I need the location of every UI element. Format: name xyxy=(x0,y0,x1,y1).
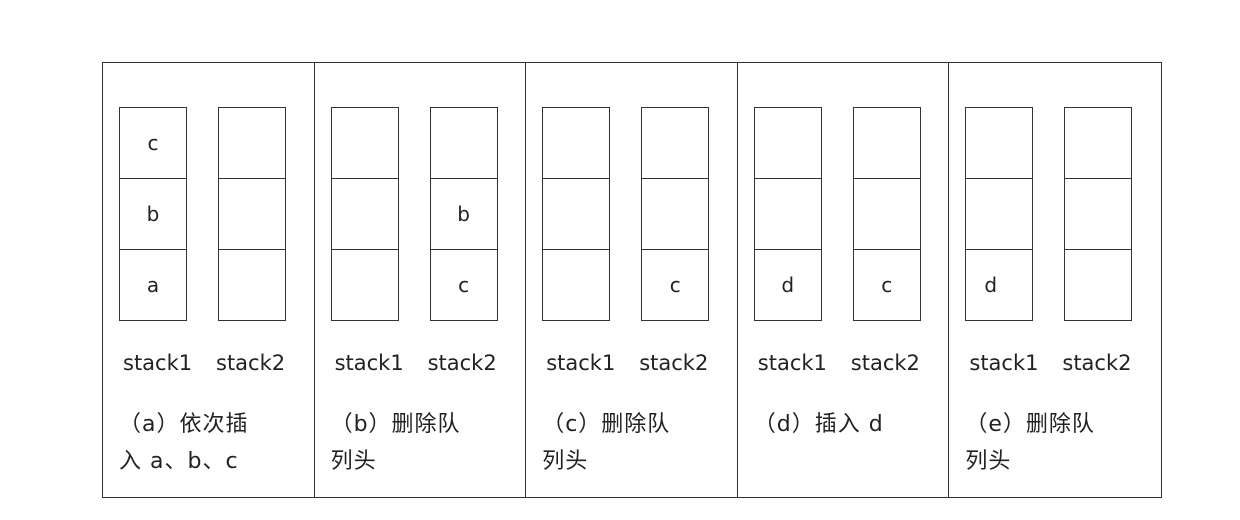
stack-cell xyxy=(219,178,285,249)
stack2-label: stack2 xyxy=(427,351,497,375)
diagram: c b a stack1 stack2 （a）依次插入 a、b、c stack1 b c stac… xyxy=(102,62,1162,498)
stack-cell xyxy=(219,249,285,320)
stack-cell: a xyxy=(120,249,186,320)
caption-line-2: 列头 xyxy=(965,449,1012,474)
stack-cell: c xyxy=(853,249,920,320)
stack1-label: stack1 xyxy=(334,351,404,375)
stack2-label: stack2 xyxy=(1062,351,1132,375)
panel-e: d stack1 stack2 （e）删除队 列头 xyxy=(949,63,1161,497)
stack-cell: b xyxy=(430,178,497,249)
stack-cell: b xyxy=(120,178,186,249)
caption-line-1: （d）插入 d xyxy=(753,412,884,437)
stack2-box: bc xyxy=(429,107,498,321)
panel-c: stack1 c stack2 （c）删除队 列头 xyxy=(526,63,738,497)
stack-cell xyxy=(331,178,398,249)
stack2-box: c xyxy=(641,107,710,321)
stack1-label: stack1 xyxy=(123,351,193,375)
stack1-box xyxy=(330,107,399,321)
stack-cell xyxy=(1065,249,1132,320)
stack-cell xyxy=(543,178,610,249)
stack-cell xyxy=(331,249,398,320)
stack1-box: d xyxy=(753,107,822,321)
stack2-label: stack2 xyxy=(216,351,286,375)
panel-caption: （d）插入 d xyxy=(754,406,944,443)
caption-line-1: （b）删除队 xyxy=(330,412,461,437)
stack-cell xyxy=(543,108,609,178)
panel-caption: （e）删除队 列头 xyxy=(965,406,1155,480)
stack1-label: stack1 xyxy=(969,351,1039,375)
stack2-box: c xyxy=(852,107,921,321)
stack1-label: stack1 xyxy=(546,351,616,375)
stack1-label: stack1 xyxy=(757,351,827,375)
panel-caption: （c）删除队 列头 xyxy=(542,406,732,480)
stack2-box xyxy=(1064,107,1133,321)
caption-line-1: （a）依次插 xyxy=(119,412,249,437)
stack-cell xyxy=(1065,108,1131,178)
caption-line-2: 列头 xyxy=(542,449,589,474)
stack1-box: d xyxy=(965,107,1034,321)
stack-cell xyxy=(966,178,1033,249)
caption-line-1: （e）删除队 xyxy=(965,412,1095,437)
stack-cell xyxy=(853,178,920,249)
stack-cell xyxy=(332,108,398,178)
stack-cell xyxy=(431,108,497,178)
stack-cell: c xyxy=(430,249,497,320)
stack-cell xyxy=(755,108,821,178)
stack-cell xyxy=(966,108,1032,178)
caption-line-2: 入 a、b、c xyxy=(119,449,239,474)
stack1-box xyxy=(542,107,611,321)
caption-line-1: （c）删除队 xyxy=(542,412,671,437)
panel-caption: （b）删除队 列头 xyxy=(331,406,521,480)
panel-b: stack1 b c stack2 （b）删除队 列头 xyxy=(315,63,527,497)
stack1-box: cba xyxy=(119,107,187,321)
stack2-box xyxy=(218,107,286,321)
stack-cell: c xyxy=(147,131,159,155)
stack2-label: stack2 xyxy=(850,351,920,375)
panel-a: c b a stack1 stack2 （a）依次插入 a、b、c xyxy=(103,63,315,497)
stack-cell: d xyxy=(754,249,821,320)
stack-cell xyxy=(543,249,610,320)
stack2-label: stack2 xyxy=(639,351,709,375)
stack-cell xyxy=(854,108,920,178)
caption-line-2: 列头 xyxy=(330,449,377,474)
stack-cell xyxy=(1065,178,1132,249)
stack-cell xyxy=(754,178,821,249)
stack-cell xyxy=(219,108,285,178)
stack-cell: d xyxy=(966,249,1033,320)
stack-cell xyxy=(642,178,709,249)
panel-d: d stack1 c stack2 （d）插入 d xyxy=(738,63,950,497)
stack-cell: c xyxy=(642,249,709,320)
panel-caption: （a）依次插入 a、b、c xyxy=(119,406,309,480)
stack-cell xyxy=(642,108,708,178)
